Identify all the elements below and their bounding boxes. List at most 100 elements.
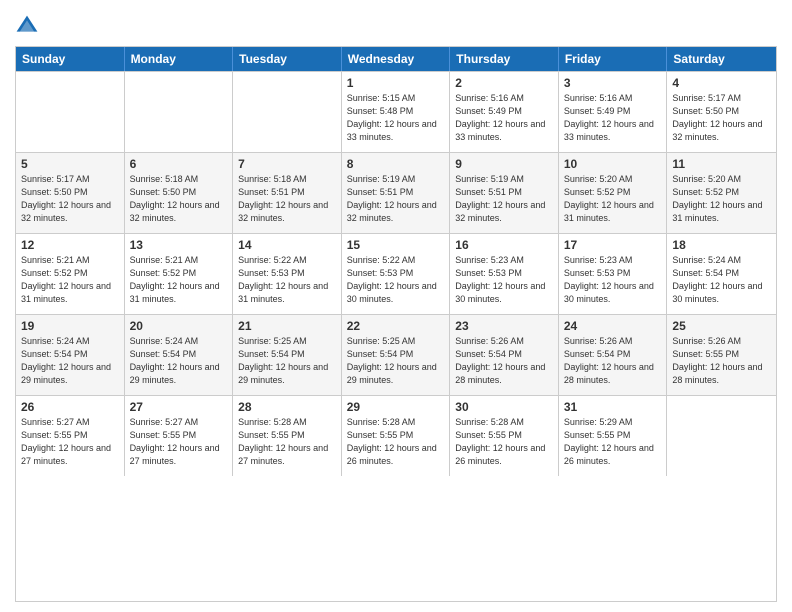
- calendar-cell: 11 Sunrise: 5:20 AM Sunset: 5:52 PM Dayli…: [667, 153, 776, 233]
- weekday-header-monday: Monday: [125, 47, 234, 71]
- day-number: 11: [672, 157, 771, 171]
- day-info: Sunrise: 5:18 AM Sunset: 5:50 PM Dayligh…: [130, 173, 228, 225]
- day-info: Sunrise: 5:15 AM Sunset: 5:48 PM Dayligh…: [347, 92, 445, 144]
- day-number: 4: [672, 76, 771, 90]
- day-number: 1: [347, 76, 445, 90]
- day-number: 24: [564, 319, 662, 333]
- day-number: 17: [564, 238, 662, 252]
- calendar-cell: 6 Sunrise: 5:18 AM Sunset: 5:50 PM Daylig…: [125, 153, 234, 233]
- day-info: Sunrise: 5:19 AM Sunset: 5:51 PM Dayligh…: [455, 173, 553, 225]
- calendar-row-3: 19 Sunrise: 5:24 AM Sunset: 5:54 PM Dayli…: [16, 314, 776, 395]
- day-info: Sunrise: 5:16 AM Sunset: 5:49 PM Dayligh…: [564, 92, 662, 144]
- day-number: 8: [347, 157, 445, 171]
- day-number: 27: [130, 400, 228, 414]
- calendar-cell: [667, 396, 776, 476]
- calendar-cell: 28 Sunrise: 5:28 AM Sunset: 5:55 PM Dayli…: [233, 396, 342, 476]
- calendar-cell: 23 Sunrise: 5:26 AM Sunset: 5:54 PM Dayli…: [450, 315, 559, 395]
- calendar-cell: 3 Sunrise: 5:16 AM Sunset: 5:49 PM Daylig…: [559, 72, 668, 152]
- calendar-cell: 9 Sunrise: 5:19 AM Sunset: 5:51 PM Daylig…: [450, 153, 559, 233]
- day-info: Sunrise: 5:23 AM Sunset: 5:53 PM Dayligh…: [455, 254, 553, 306]
- calendar-row-4: 26 Sunrise: 5:27 AM Sunset: 5:55 PM Dayli…: [16, 395, 776, 476]
- weekday-header-wednesday: Wednesday: [342, 47, 451, 71]
- day-info: Sunrise: 5:23 AM Sunset: 5:53 PM Dayligh…: [564, 254, 662, 306]
- day-number: 26: [21, 400, 119, 414]
- day-number: 28: [238, 400, 336, 414]
- day-info: Sunrise: 5:26 AM Sunset: 5:54 PM Dayligh…: [564, 335, 662, 387]
- calendar-cell: 18 Sunrise: 5:24 AM Sunset: 5:54 PM Dayli…: [667, 234, 776, 314]
- day-info: Sunrise: 5:19 AM Sunset: 5:51 PM Dayligh…: [347, 173, 445, 225]
- calendar-cell: 4 Sunrise: 5:17 AM Sunset: 5:50 PM Daylig…: [667, 72, 776, 152]
- day-info: Sunrise: 5:22 AM Sunset: 5:53 PM Dayligh…: [347, 254, 445, 306]
- calendar-cell: [16, 72, 125, 152]
- day-number: 9: [455, 157, 553, 171]
- day-info: Sunrise: 5:27 AM Sunset: 5:55 PM Dayligh…: [130, 416, 228, 468]
- calendar-body: 1 Sunrise: 5:15 AM Sunset: 5:48 PM Daylig…: [16, 71, 776, 476]
- day-number: 10: [564, 157, 662, 171]
- calendar-cell: 24 Sunrise: 5:26 AM Sunset: 5:54 PM Dayli…: [559, 315, 668, 395]
- day-number: 23: [455, 319, 553, 333]
- day-info: Sunrise: 5:24 AM Sunset: 5:54 PM Dayligh…: [21, 335, 119, 387]
- day-info: Sunrise: 5:28 AM Sunset: 5:55 PM Dayligh…: [455, 416, 553, 468]
- calendar-cell: 13 Sunrise: 5:21 AM Sunset: 5:52 PM Dayli…: [125, 234, 234, 314]
- calendar-row-1: 5Sunrise: 5:17 AM Sunset: 5:50 PM Daylig…: [16, 152, 776, 233]
- calendar-cell: 7Sunrise: 5:18 AM Sunset: 5:51 PM Daylig…: [233, 153, 342, 233]
- calendar-cell: 16 Sunrise: 5:23 AM Sunset: 5:53 PM Dayli…: [450, 234, 559, 314]
- day-info: Sunrise: 5:24 AM Sunset: 5:54 PM Dayligh…: [130, 335, 228, 387]
- calendar-cell: 2 Sunrise: 5:16 AM Sunset: 5:49 PM Daylig…: [450, 72, 559, 152]
- day-number: 6: [130, 157, 228, 171]
- day-info: Sunrise: 5:18 AM Sunset: 5:51 PM Dayligh…: [238, 173, 336, 225]
- calendar-cell: 20 Sunrise: 5:24 AM Sunset: 5:54 PM Dayli…: [125, 315, 234, 395]
- weekday-header-tuesday: Tuesday: [233, 47, 342, 71]
- day-number: 31: [564, 400, 662, 414]
- header: [15, 10, 777, 38]
- day-info: Sunrise: 5:25 AM Sunset: 5:54 PM Dayligh…: [347, 335, 445, 387]
- day-number: 3: [564, 76, 662, 90]
- weekday-header-thursday: Thursday: [450, 47, 559, 71]
- day-number: 12: [21, 238, 119, 252]
- day-number: 20: [130, 319, 228, 333]
- calendar-cell: 29Sunrise: 5:28 AM Sunset: 5:55 PM Dayli…: [342, 396, 451, 476]
- day-number: 13: [130, 238, 228, 252]
- day-info: Sunrise: 5:21 AM Sunset: 5:52 PM Dayligh…: [21, 254, 119, 306]
- calendar-cell: 1 Sunrise: 5:15 AM Sunset: 5:48 PM Daylig…: [342, 72, 451, 152]
- calendar-cell: 17 Sunrise: 5:23 AM Sunset: 5:53 PM Dayli…: [559, 234, 668, 314]
- calendar-cell: 30 Sunrise: 5:28 AM Sunset: 5:55 PM Dayli…: [450, 396, 559, 476]
- calendar-cell: 15 Sunrise: 5:22 AM Sunset: 5:53 PM Dayli…: [342, 234, 451, 314]
- calendar-cell: [125, 72, 234, 152]
- day-info: Sunrise: 5:26 AM Sunset: 5:54 PM Dayligh…: [455, 335, 553, 387]
- day-info: Sunrise: 5:20 AM Sunset: 5:52 PM Dayligh…: [672, 173, 771, 225]
- day-info: Sunrise: 5:24 AM Sunset: 5:54 PM Dayligh…: [672, 254, 771, 306]
- day-info: Sunrise: 5:27 AM Sunset: 5:55 PM Dayligh…: [21, 416, 119, 468]
- weekday-header-sunday: Sunday: [16, 47, 125, 71]
- day-info: Sunrise: 5:17 AM Sunset: 5:50 PM Dayligh…: [672, 92, 771, 144]
- calendar-cell: 10Sunrise: 5:20 AM Sunset: 5:52 PM Dayli…: [559, 153, 668, 233]
- day-info: Sunrise: 5:28 AM Sunset: 5:55 PM Dayligh…: [238, 416, 336, 468]
- day-number: 29: [347, 400, 445, 414]
- day-info: Sunrise: 5:29 AM Sunset: 5:55 PM Dayligh…: [564, 416, 662, 468]
- logo: [15, 14, 41, 38]
- calendar-cell: [233, 72, 342, 152]
- page: SundayMondayTuesdayWednesdayThursdayFrid…: [0, 0, 792, 612]
- day-number: 2: [455, 76, 553, 90]
- calendar-row-2: 12 Sunrise: 5:21 AM Sunset: 5:52 PM Dayli…: [16, 233, 776, 314]
- day-number: 30: [455, 400, 553, 414]
- day-number: 16: [455, 238, 553, 252]
- day-number: 18: [672, 238, 771, 252]
- calendar-cell: 12 Sunrise: 5:21 AM Sunset: 5:52 PM Dayli…: [16, 234, 125, 314]
- day-info: Sunrise: 5:21 AM Sunset: 5:52 PM Dayligh…: [130, 254, 228, 306]
- calendar-cell: 14 Sunrise: 5:22 AM Sunset: 5:53 PM Dayli…: [233, 234, 342, 314]
- day-info: Sunrise: 5:16 AM Sunset: 5:49 PM Dayligh…: [455, 92, 553, 144]
- calendar-cell: 26 Sunrise: 5:27 AM Sunset: 5:55 PM Dayli…: [16, 396, 125, 476]
- calendar-cell: 5Sunrise: 5:17 AM Sunset: 5:50 PM Daylig…: [16, 153, 125, 233]
- day-info: Sunrise: 5:22 AM Sunset: 5:53 PM Dayligh…: [238, 254, 336, 306]
- calendar-cell: 21 Sunrise: 5:25 AM Sunset: 5:54 PM Dayli…: [233, 315, 342, 395]
- calendar-cell: 22Sunrise: 5:25 AM Sunset: 5:54 PM Dayli…: [342, 315, 451, 395]
- day-info: Sunrise: 5:25 AM Sunset: 5:54 PM Dayligh…: [238, 335, 336, 387]
- calendar-header-row: SundayMondayTuesdayWednesdayThursdayFrid…: [16, 47, 776, 71]
- day-number: 25: [672, 319, 771, 333]
- day-number: 14: [238, 238, 336, 252]
- day-number: 15: [347, 238, 445, 252]
- day-number: 21: [238, 319, 336, 333]
- day-number: 19: [21, 319, 119, 333]
- logo-icon: [15, 14, 39, 38]
